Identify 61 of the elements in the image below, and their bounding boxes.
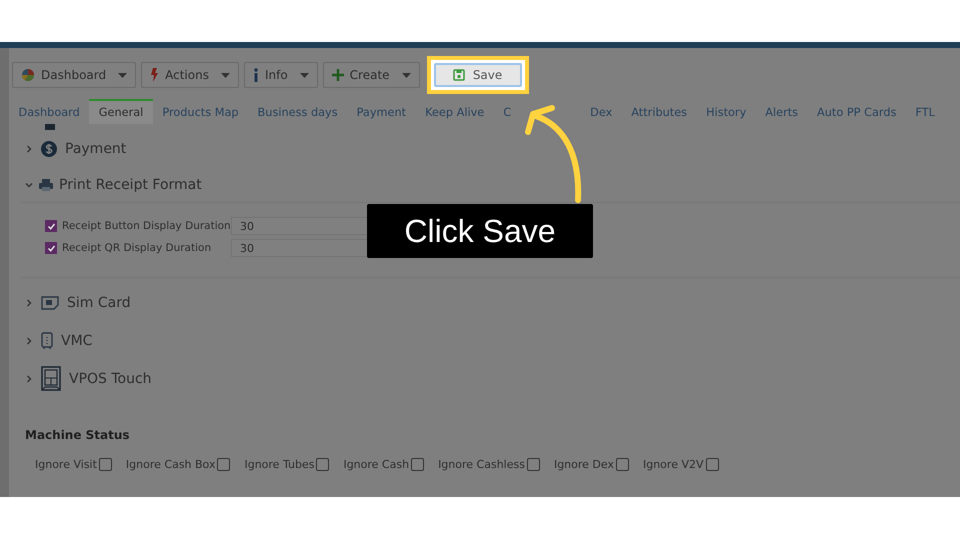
toolbar-menu-button[interactable]: Info <box>244 62 318 88</box>
section-heading: Machine Status <box>24 428 131 442</box>
device-icon <box>41 332 53 350</box>
chevron-right-icon[interactable] <box>25 337 33 345</box>
checkbox[interactable] <box>411 458 424 471</box>
chevron-right-icon[interactable] <box>25 299 33 307</box>
caret-icon <box>118 72 128 78</box>
sim-card-icon <box>41 296 59 310</box>
section-title[interactable]: Print Receipt Format <box>59 177 202 193</box>
section-title[interactable]: Sim Card <box>67 295 131 311</box>
field-label: Receipt QR Display Duration <box>62 242 212 254</box>
caret-icon <box>402 72 411 78</box>
caret-icon <box>300 72 309 78</box>
checkbox[interactable] <box>616 458 629 471</box>
checkbox[interactable] <box>217 458 230 471</box>
option-label: Ignore Tubes <box>244 458 314 471</box>
tab[interactable]: Dex <box>580 99 622 124</box>
dollar-icon <box>41 141 57 157</box>
tab[interactable]: Dashboard <box>9 99 90 124</box>
caret-icon <box>220 72 230 78</box>
toolbar-menu-button[interactable]: Actions <box>141 62 239 88</box>
info-icon <box>252 68 259 82</box>
checkbox[interactable] <box>526 458 540 471</box>
printer-icon <box>39 179 53 191</box>
option-label: Ignore Cashless <box>438 458 525 471</box>
checkbox[interactable] <box>45 242 57 254</box>
checkbox[interactable] <box>706 458 719 471</box>
pie-chart-icon <box>21 68 35 82</box>
toolbar-menu-button[interactable]: Create <box>322 62 420 88</box>
chevron-down-icon[interactable] <box>25 181 33 189</box>
checkbox[interactable] <box>98 458 112 471</box>
save-button[interactable]: Save <box>434 63 522 87</box>
tab[interactable]: Products Map <box>152 99 248 124</box>
lightning-icon <box>150 68 160 82</box>
option-label: Ignore V2V <box>642 458 704 471</box>
callout-tooltip: Click Save <box>367 204 593 258</box>
terminal-icon <box>41 366 61 392</box>
section-title[interactable]: Payment <box>65 141 126 157</box>
section-title[interactable]: VMC <box>61 333 92 349</box>
option-label: Ignore Cash Box <box>126 458 216 471</box>
chevron-right-icon[interactable] <box>25 145 33 153</box>
tab[interactable]: Alerts <box>756 99 808 124</box>
tab[interactable]: FTL <box>906 99 944 124</box>
option-label: Ignore Cash <box>343 458 410 471</box>
tab[interactable]: C <box>494 99 521 124</box>
tab[interactable]: History <box>696 99 756 124</box>
option-label: Ignore Dex <box>554 458 614 471</box>
tab[interactable]: Business days <box>248 99 348 124</box>
tab[interactable]: Keep Alive <box>416 99 494 124</box>
tab[interactable]: General <box>89 99 153 124</box>
partial-icon <box>45 124 55 130</box>
section-title[interactable]: VPOS Touch <box>69 371 152 387</box>
checkbox[interactable] <box>45 220 57 232</box>
plus-icon <box>332 69 344 81</box>
tab[interactable]: Auto PP Cards <box>808 99 906 124</box>
tab[interactable]: Payment <box>347 99 416 124</box>
chevron-right-icon[interactable] <box>25 375 33 383</box>
option-label: Ignore Visit <box>35 458 97 471</box>
checkbox[interactable] <box>316 458 330 471</box>
toolbar-menu-button[interactable]: Dashboard <box>12 62 136 88</box>
tab[interactable]: Attributes <box>622 99 697 124</box>
